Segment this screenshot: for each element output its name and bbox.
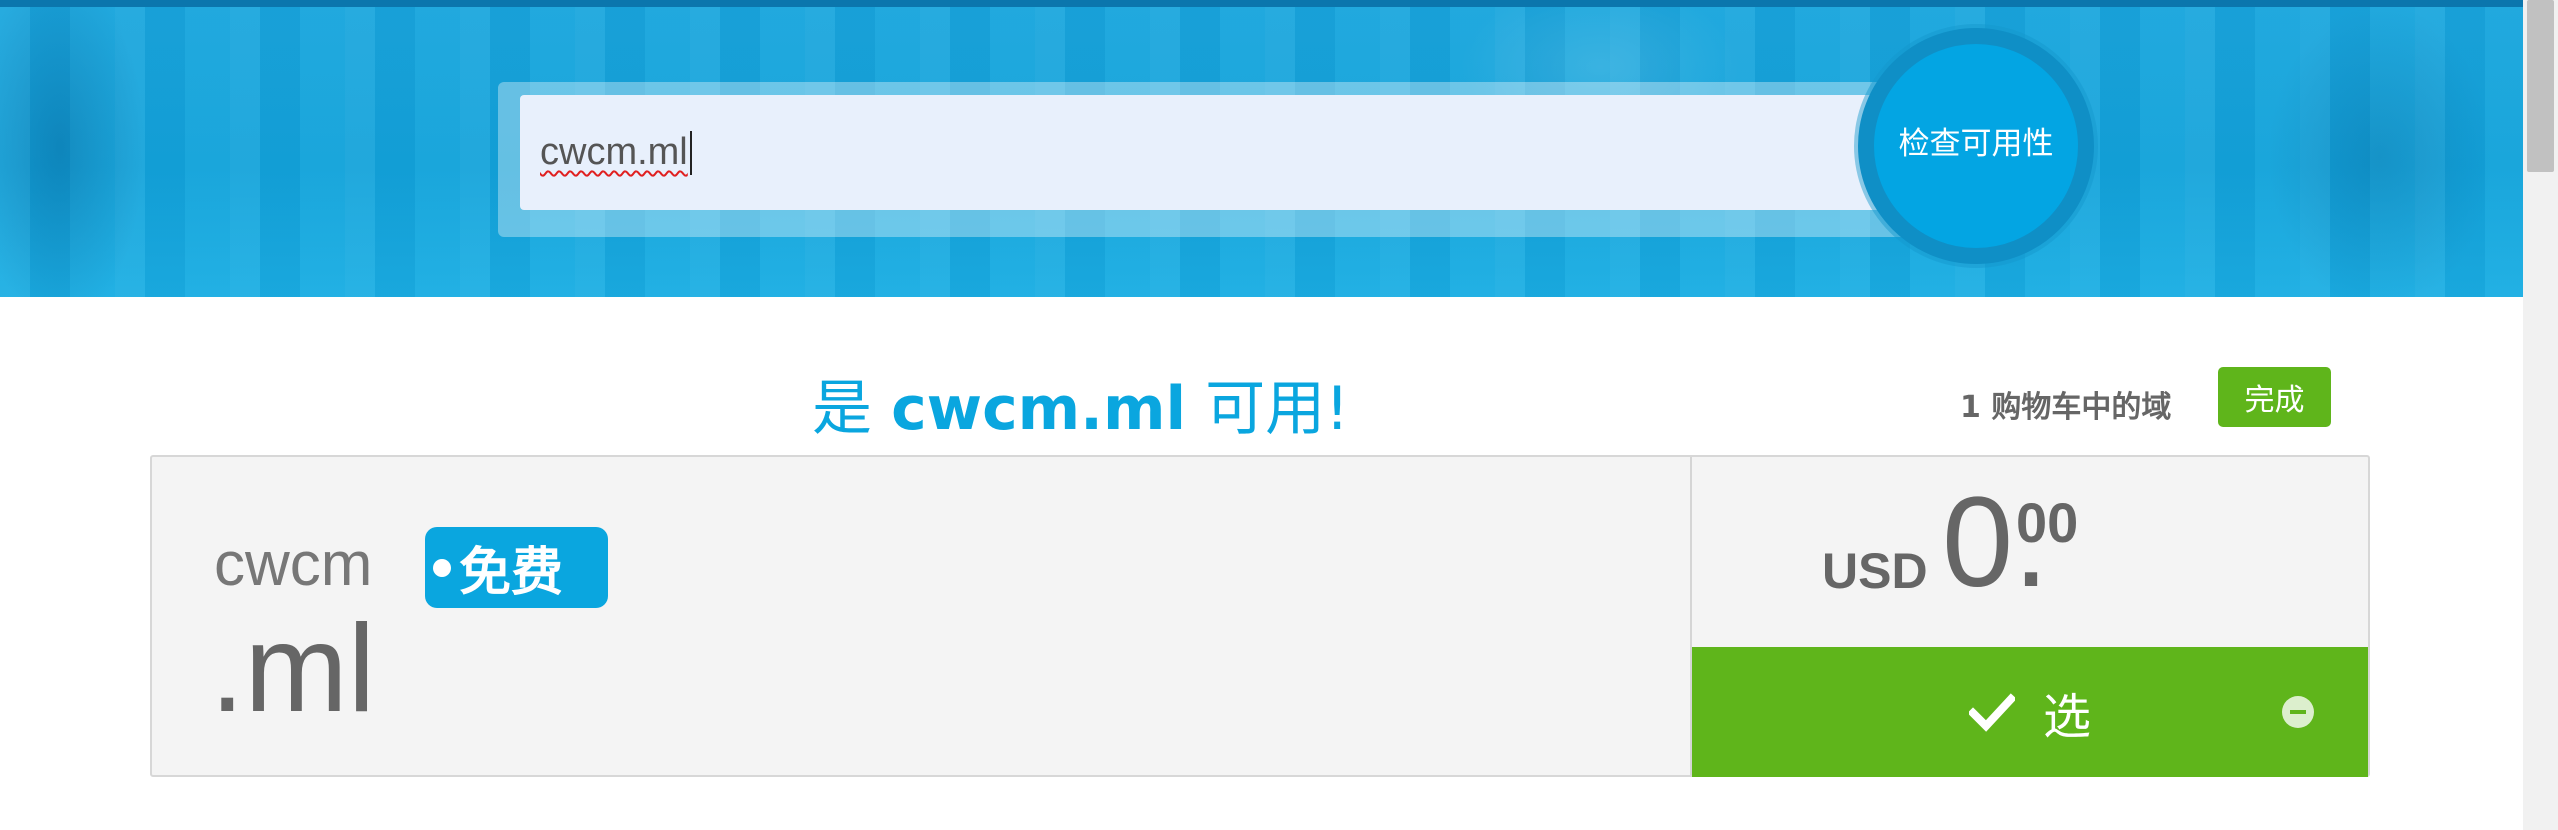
- page: cwcm.ml 检查可用性 是 cwcm.ml 可用! 1 购物车中的域 完成 …: [0, 0, 2558, 830]
- check-icon: [1968, 693, 2015, 732]
- done-button[interactable]: 完成: [2218, 367, 2331, 427]
- price-decimal: 00: [2016, 491, 2079, 554]
- domain-name: cwcm: [214, 530, 373, 599]
- check-availability-label: 检查可用性: [1898, 126, 2054, 162]
- availability-title: 是 cwcm.ml 可用!: [812, 360, 1349, 447]
- cart-count-text: 1 购物车中的域: [1960, 390, 2172, 425]
- remove-icon[interactable]: [2282, 696, 2314, 728]
- title-suffix: 可用!: [1205, 374, 1350, 444]
- title-prefix: 是: [812, 374, 872, 444]
- scrollbar[interactable]: [2523, 0, 2558, 830]
- free-badge-label: 免费: [459, 543, 564, 603]
- scrollbar-thumb[interactable]: [2527, 0, 2554, 172]
- price-box: USD 0. 00: [1692, 457, 2368, 647]
- search-value: cwcm.ml: [540, 131, 688, 173]
- free-badge: 免费: [425, 527, 608, 608]
- title-domain: cwcm.ml: [891, 374, 1187, 444]
- done-label: 完成: [2244, 383, 2305, 418]
- select-label: 选: [2042, 689, 2091, 745]
- domain-search-input[interactable]: cwcm.ml: [520, 95, 1900, 210]
- text-caret: [689, 130, 692, 175]
- select-domain-button[interactable]: 选: [1692, 647, 2368, 777]
- badge-dot-icon: [433, 558, 451, 577]
- check-availability-button[interactable]: 检查可用性: [1858, 28, 2094, 264]
- domain-tld: .ml: [210, 600, 376, 738]
- price-currency: USD: [1822, 543, 1928, 599]
- domain-result-card: cwcm 免费 .ml USD 0. 00 选: [150, 455, 2370, 777]
